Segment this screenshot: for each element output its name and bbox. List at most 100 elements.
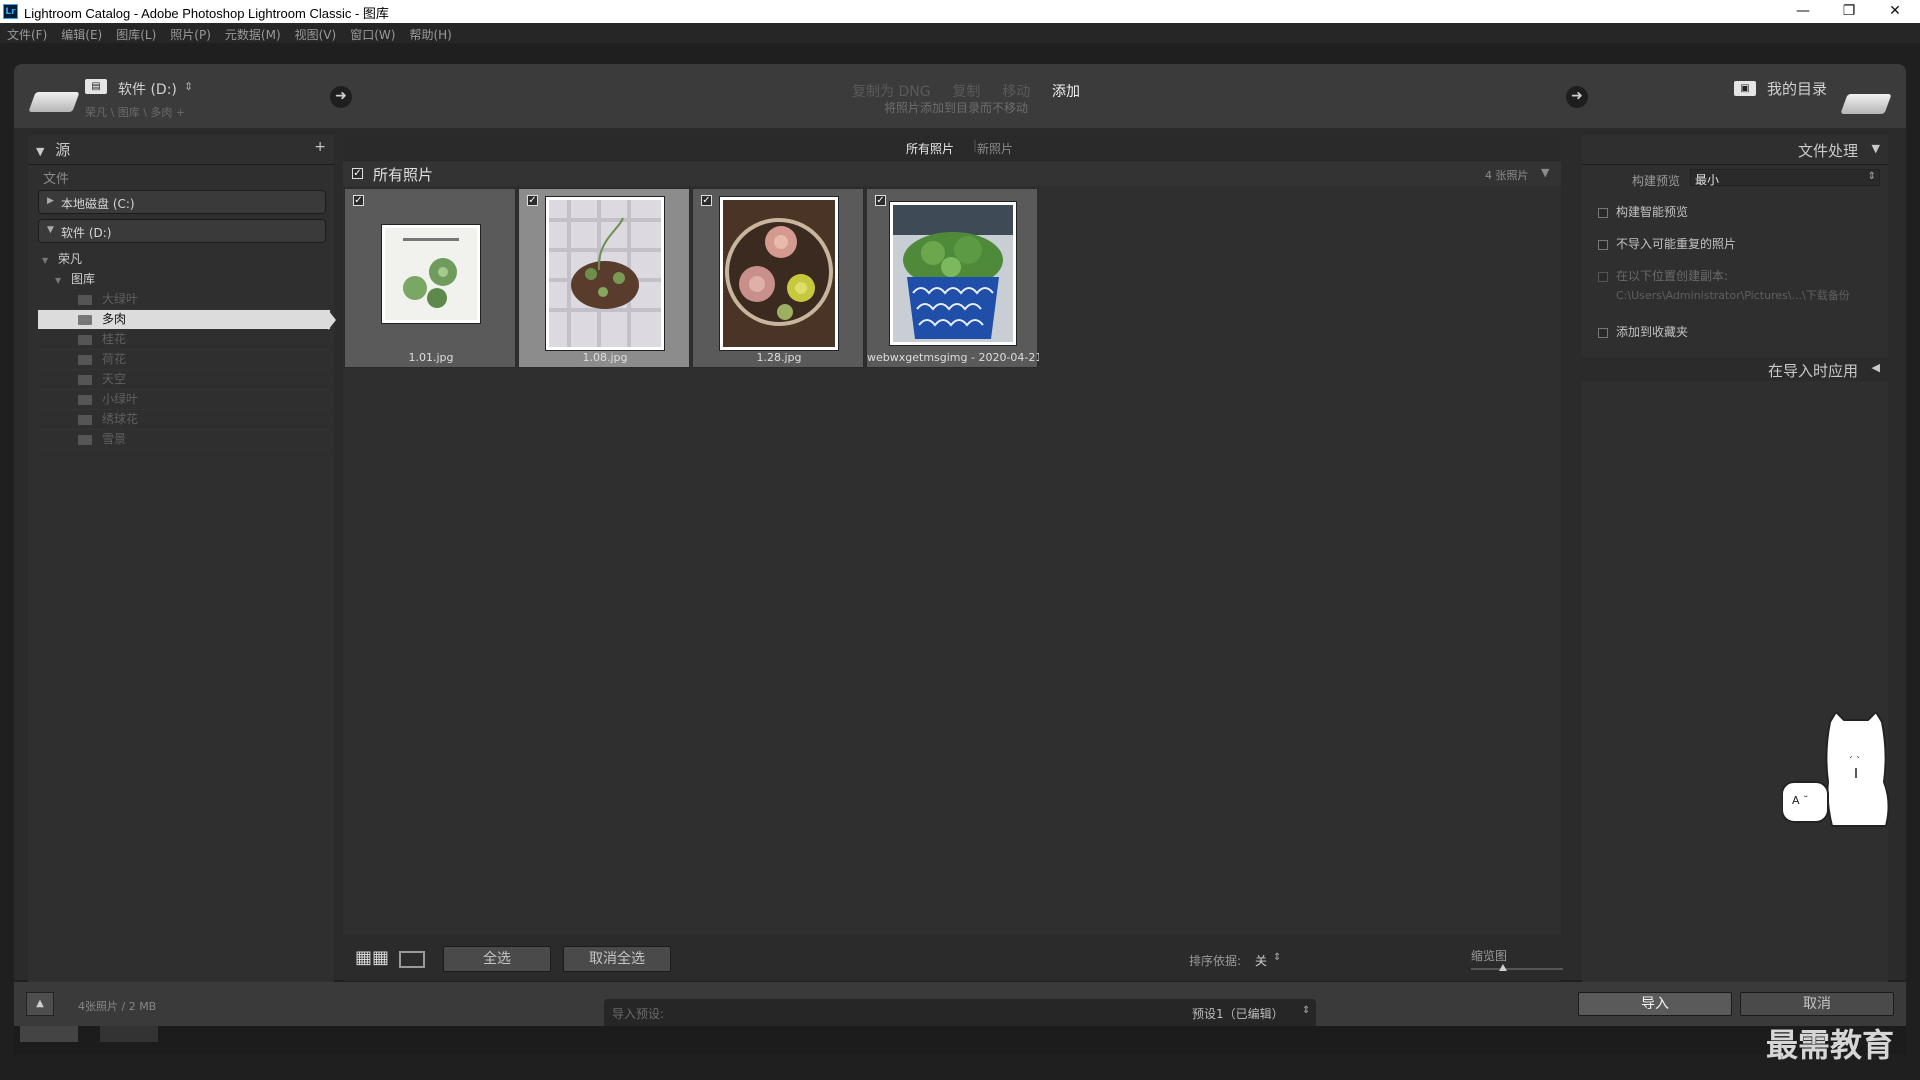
menu-help[interactable]: 帮助(H)	[402, 23, 458, 43]
checkbox[interactable]	[1598, 207, 1608, 218]
menu-file[interactable]: 文件(F)	[0, 23, 54, 43]
close-icon[interactable]: ✕	[1872, 0, 1918, 23]
folder-label: 天空	[102, 372, 127, 386]
restore-icon[interactable]: ❐	[1826, 0, 1872, 23]
checkbox[interactable]	[1598, 327, 1608, 338]
menu-metadata[interactable]: 元数据(M)	[218, 23, 288, 43]
grid-view-icon[interactable]: ▦▦	[355, 949, 389, 969]
photo-cell[interactable]: ✓ 1.28.jpg	[692, 188, 864, 368]
folder-item[interactable]: 小绿叶	[38, 390, 330, 410]
cancel-button[interactable]: 取消	[1740, 992, 1894, 1016]
destination-label: 我的目录	[1767, 80, 1828, 98]
apply-during-import-header[interactable]: 在导入时应用 ◀	[1582, 357, 1888, 381]
select-all-button[interactable]: 全选	[443, 946, 551, 972]
file-handling-header[interactable]: 文件处理 ▼	[1582, 137, 1888, 161]
tab-new-photos[interactable]: 新照片	[977, 140, 1013, 157]
slider-knob[interactable]	[1499, 964, 1508, 971]
minimize-icon[interactable]: —	[1780, 0, 1826, 23]
option-label: 构建智能预览	[1616, 205, 1689, 219]
mode-copy[interactable]: 复制	[952, 84, 980, 100]
source-title: 源	[55, 141, 71, 159]
folder-icon	[78, 394, 92, 405]
source-path: 荣凡 \ 图库 \ 多肉 +	[85, 106, 186, 119]
filmstrip	[14, 1026, 1906, 1054]
photo-cell-selected[interactable]: ✓ 1.08.jpg	[518, 188, 690, 368]
succulent-pot-image	[549, 200, 661, 347]
drive-icon: ▤	[85, 79, 107, 94]
checkbox[interactable]	[1598, 239, 1608, 250]
divider	[1582, 164, 1888, 165]
drive-row-c[interactable]: ▶ 本地磁盘 (C:)	[38, 190, 326, 214]
menu-window[interactable]: 窗口(W)	[343, 23, 402, 43]
photo-thumbnail	[890, 202, 1016, 345]
source-dropdown-icon[interactable]: ⇕	[184, 80, 193, 93]
dropdown-icon[interactable]: ⇕	[1302, 1005, 1310, 1016]
collapse-triangle-icon: ▼	[36, 145, 45, 158]
folder-item[interactable]: 荷花	[38, 350, 330, 370]
sort-dropdown[interactable]: 关	[1255, 952, 1267, 969]
collapse-triangle-icon: ▼	[42, 256, 49, 265]
source-disk-icon	[28, 92, 80, 112]
succulent-image	[385, 228, 477, 320]
deselect-all-button[interactable]: 取消全选	[563, 946, 671, 972]
menu-edit[interactable]: 编辑(E)	[54, 23, 109, 43]
cat-icon: ˊ ˋ A ˘	[1781, 710, 1890, 827]
folder-label: 小绿叶	[102, 392, 139, 406]
loupe-view-icon[interactable]	[399, 951, 425, 968]
add-source-icon[interactable]: +	[314, 139, 326, 155]
folder-item[interactable]: 雪景	[38, 430, 330, 450]
filmstrip-thumb[interactable]	[100, 1026, 158, 1042]
filmstrip-thumb[interactable]	[20, 1026, 78, 1042]
folder-list: 大绿叶 多肉 桂花 荷花 天空 小绿叶 绣球花 雪景	[38, 290, 336, 450]
sort-dropdown-icon[interactable]: ⇕	[1273, 952, 1281, 963]
select-all-checkbox[interactable]: ✓	[352, 168, 363, 179]
photo-filename: 1.01.jpg	[408, 351, 454, 364]
mode-copy-dng[interactable]: 复制为 DNG	[852, 84, 931, 100]
source-drive-label[interactable]: 软件 (D:)	[118, 79, 177, 99]
tree-folder-row[interactable]: ▼ 图库	[38, 270, 328, 290]
mode-move[interactable]: 移动	[1002, 84, 1030, 100]
build-preview-select[interactable]: 最小 ⇕	[1690, 169, 1880, 187]
photo-checkbox[interactable]: ✓	[353, 195, 364, 206]
thumbnail-size-slider[interactable]	[1471, 964, 1563, 971]
expand-up-icon[interactable]: ▲	[26, 992, 54, 1016]
import-button[interactable]: 导入	[1578, 992, 1732, 1016]
tree-root-row[interactable]: ▼ 荣凡	[38, 250, 328, 270]
drive-row-d[interactable]: ▼ 软件 (D:)	[38, 219, 326, 243]
folder-item[interactable]: 绣球花	[38, 410, 330, 430]
photo-checkbox[interactable]: ✓	[875, 195, 886, 206]
photo-filename: webwxgetmsgimg - 2020-04-21T...	[867, 351, 1039, 364]
option-add-collection[interactable]: 添加到收藏夹	[1598, 323, 1688, 340]
photo-checkbox[interactable]: ✓	[701, 195, 712, 206]
import-top-bar: ▤ 软件 (D:) ⇕ 荣凡 \ 图库 \ 多肉 + ➜ 复制为 DNG 复制 …	[14, 64, 1906, 128]
mode-add[interactable]: 添加	[1052, 84, 1080, 100]
svg-text:ˊ ˋ: ˊ ˋ	[1848, 755, 1861, 767]
folder-item[interactable]: 桂花	[38, 330, 330, 350]
folder-item[interactable]: 天空	[38, 370, 330, 390]
menu-library[interactable]: 图库(L)	[109, 23, 163, 43]
thumbnail-size-label: 缩览图	[1471, 949, 1508, 963]
folder-item-selected[interactable]: 多肉	[38, 310, 336, 330]
photo-cell[interactable]: ✓ 1.01.jpg	[344, 188, 516, 368]
option-no-duplicates[interactable]: 不导入可能重复的照片	[1598, 235, 1736, 252]
tab-all-photos[interactable]: 所有照片	[906, 140, 954, 157]
files-section-label: 文件	[43, 172, 70, 187]
menu-photo[interactable]: 照片(P)	[163, 23, 218, 43]
checkbox[interactable]	[1598, 271, 1608, 282]
option-make-copy[interactable]: 在以下位置创建副本:	[1598, 267, 1728, 284]
arrow-right-icon: ➜	[1566, 86, 1588, 108]
folder-item[interactable]: 大绿叶	[38, 290, 330, 310]
tree-root-label: 荣凡	[57, 252, 82, 266]
drive-label: 软件 (D:)	[61, 226, 112, 240]
collapse-triangle-icon[interactable]: ▼	[1541, 166, 1549, 179]
folder-icon	[78, 294, 92, 305]
source-panel-header[interactable]: ▼ 源 +	[36, 139, 326, 159]
photo-cell[interactable]: ✓ webwxgetmsgimg - 2020-04-21T...	[866, 188, 1039, 368]
photo-checkbox[interactable]: ✓	[527, 195, 538, 206]
preset-dropdown[interactable]: 预设1（已编辑）	[1192, 1005, 1284, 1022]
grid-toolbar: ▦▦ 全选 取消全选 排序依据: 关 ⇕ 缩览图	[343, 935, 1563, 981]
menu-view[interactable]: 视图(V)	[288, 23, 344, 43]
photo-count: 4 张照片	[1485, 169, 1529, 182]
grid-panel: 所有照片 | 新照片 ✓ 所有照片 4 张照片 ▼ ✓ 1.01.jpg ✓ 1…	[343, 135, 1561, 935]
option-smart-preview[interactable]: 构建智能预览	[1598, 203, 1688, 220]
